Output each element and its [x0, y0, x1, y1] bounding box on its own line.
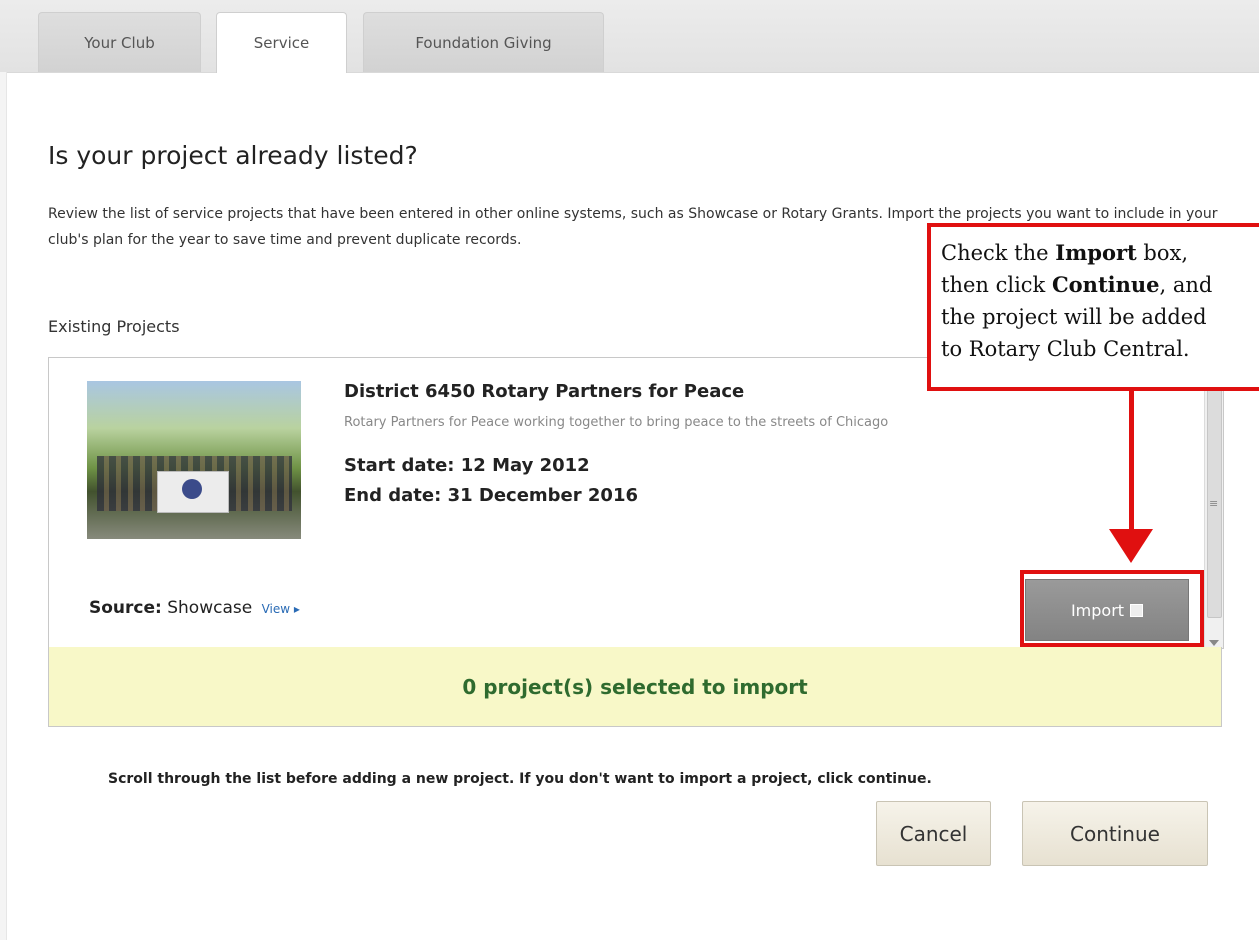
continue-button[interactable]: Continue: [1022, 801, 1208, 866]
callout-text-3: then click: [941, 273, 1052, 297]
callout-arrow-shaft: [1129, 391, 1134, 541]
tab-bar: Your Club Service Foundation Giving: [0, 0, 1259, 73]
source-value: Showcase: [167, 598, 253, 618]
callout-line-4: to Rotary Club Central.: [941, 337, 1190, 361]
scroll-instruction: Scroll through the list before adding a …: [108, 771, 932, 787]
tab-service[interactable]: Service: [216, 12, 347, 73]
scroll-down-arrow-icon[interactable]: [1209, 640, 1219, 646]
callout-bold-continue: Continue: [1051, 272, 1160, 297]
tab-foundation-giving[interactable]: Foundation Giving: [363, 12, 604, 72]
project-end-date: End date: 31 December 2016: [344, 485, 639, 506]
callout-line-2: then click Continue, and: [941, 269, 1259, 301]
callout-line-1: Check the Import box,: [941, 237, 1259, 269]
project-description: Rotary Partners for Peace working togeth…: [344, 415, 889, 430]
project-source: Source: Showcase View ▸: [89, 598, 300, 618]
project-image-seal: [182, 479, 202, 499]
tab-your-club[interactable]: Your Club: [38, 12, 201, 72]
scrollbar-grip-icon: ≡: [1209, 497, 1219, 510]
callout-text-4: , and: [1159, 273, 1213, 297]
import-highlight-box: [1020, 570, 1204, 647]
source-label: Source:: [89, 598, 162, 618]
arrow-down-icon: [1109, 529, 1153, 563]
section-label-existing-projects: Existing Projects: [48, 317, 180, 336]
left-edge-border: [0, 72, 7, 940]
view-link[interactable]: View ▸: [262, 602, 300, 616]
callout-line-3: the project will be added: [941, 305, 1207, 329]
cancel-button[interactable]: Cancel: [876, 801, 991, 866]
callout-bold-import: Import: [1055, 240, 1137, 265]
callout-text-1: Check the: [941, 241, 1056, 265]
selection-status-bar: 0 project(s) selected to import: [48, 647, 1222, 727]
page-title: Is your project already listed?: [48, 141, 418, 170]
project-title: District 6450 Rotary Partners for Peace: [344, 381, 745, 402]
list-scrollbar[interactable]: ≡: [1204, 358, 1223, 648]
instruction-callout: Check the Import box, then click Continu…: [927, 223, 1259, 391]
project-image: [87, 381, 301, 539]
project-start-date: Start date: 12 May 2012: [344, 455, 590, 476]
selection-status-text: 0 project(s) selected to import: [462, 674, 808, 699]
callout-text-2: box,: [1136, 241, 1189, 265]
